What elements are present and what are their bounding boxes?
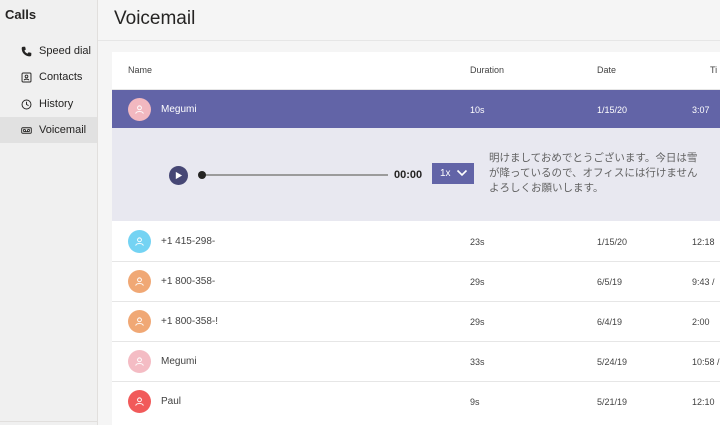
caller-name: +1 800-358-!	[161, 316, 218, 327]
duration: 29s	[470, 277, 485, 287]
sidebar-item-label: Speed dial	[39, 45, 91, 57]
time: 2:00	[692, 317, 710, 327]
time: 12:10	[692, 397, 715, 407]
person-icon	[135, 237, 144, 246]
person-icon	[135, 357, 144, 366]
phone-icon	[20, 45, 32, 57]
duration: 23s	[470, 237, 485, 247]
elapsed-time: 00:00	[394, 169, 423, 181]
sidebar-item-label: Contacts	[39, 71, 83, 83]
chevron-down-icon	[456, 169, 468, 177]
voicemail-transcript: 明けましておめでとうございます。今日は雪 が降っているので、オフィスには行けませ…	[489, 151, 720, 196]
avatar	[128, 390, 151, 413]
voicemail-row[interactable]: +1 800-358-! 29s 6/4/19 2:00	[112, 302, 720, 342]
sidebar-title: Calls	[5, 7, 37, 22]
seek-handle[interactable]	[198, 171, 206, 179]
duration: 9s	[470, 397, 480, 407]
page-title: Voicemail	[114, 8, 196, 29]
sidebar-item-history[interactable]: History	[0, 91, 97, 117]
caller-name: +1 415-298-	[161, 236, 216, 247]
calls-sidebar: Calls Speed dial Contacts History Voicem…	[0, 0, 98, 425]
time: 9:43 /	[692, 277, 715, 287]
title-divider	[98, 40, 720, 41]
time: 10:58 /	[692, 357, 720, 367]
date: 6/5/19	[597, 277, 623, 287]
column-header-duration[interactable]: Duration	[470, 65, 504, 75]
sidebar-item-voicemail[interactable]: Voicemail	[0, 117, 97, 143]
duration: 10s	[470, 105, 485, 115]
avatar	[128, 350, 151, 373]
person-icon	[135, 105, 144, 114]
time: 12:18	[692, 237, 715, 247]
voicemail-row[interactable]: Megumi 33s 5/24/19 10:58 /	[112, 342, 720, 382]
column-header-time[interactable]: Ti	[710, 65, 717, 75]
play-icon	[175, 171, 183, 180]
column-header-name[interactable]: Name	[128, 65, 152, 75]
contact-card-icon	[20, 71, 32, 83]
date: 1/15/20	[597, 105, 628, 115]
playback-speed-button[interactable]: 1x	[432, 163, 474, 184]
voicemail-row[interactable]: +1 415-298- 23s 1/15/20 12:18	[112, 222, 720, 262]
time: 3:07	[692, 105, 710, 115]
sidebar-item-label: History	[39, 98, 74, 110]
duration: 29s	[470, 317, 485, 327]
transcript-line: よろしくお願いします。	[489, 182, 604, 194]
avatar	[128, 270, 151, 293]
speed-label: 1x	[440, 168, 451, 179]
voicemail-icon	[20, 124, 32, 136]
date: 6/4/19	[597, 317, 623, 327]
caller-name: Megumi	[161, 356, 197, 367]
voicemail-row-selected[interactable]: Megumi 10s 1/15/20 3:07	[112, 90, 720, 130]
date: 1/15/20	[597, 237, 628, 247]
person-icon	[135, 317, 144, 326]
person-icon	[135, 277, 144, 286]
transcript-line: が降っているので、オフィスには行けません	[489, 167, 698, 179]
voicemail-list: Name Duration Date Ti Megumi 10s 1/15/20…	[112, 52, 720, 425]
caller-name: Megumi	[161, 104, 197, 115]
sidebar-item-label: Voicemail	[39, 124, 87, 136]
play-button[interactable]	[169, 166, 188, 185]
date: 5/24/19	[597, 357, 628, 367]
caller-name: +1 800-358-	[161, 276, 216, 287]
sidebar-divider	[0, 421, 97, 422]
sidebar-item-speed-dial[interactable]: Speed dial	[0, 38, 97, 64]
duration: 33s	[470, 357, 485, 367]
column-header-date[interactable]: Date	[597, 65, 616, 75]
avatar	[128, 98, 151, 121]
transcript-line: 明けましておめでとうございます。今日は雪	[489, 152, 698, 164]
avatar	[128, 230, 151, 253]
person-icon	[135, 397, 144, 406]
caller-name: Paul	[161, 396, 182, 407]
voicemail-pane: Voicemail Name Duration Date Ti Megumi 1…	[98, 0, 720, 425]
sidebar-item-contacts[interactable]: Contacts	[0, 64, 97, 90]
voicemail-player: 00:00 1x 明けましておめでとうございます。今日は雪 が降っているので、オ…	[112, 128, 720, 221]
clock-icon	[20, 98, 32, 110]
voicemail-row[interactable]: Paul 9s 5/21/19 12:10	[112, 382, 720, 422]
date: 5/21/19	[597, 397, 628, 407]
seek-bar[interactable]	[204, 174, 388, 176]
voicemail-row[interactable]: +1 800-358- 29s 6/5/19 9:43 /	[112, 262, 720, 302]
avatar	[128, 310, 151, 333]
